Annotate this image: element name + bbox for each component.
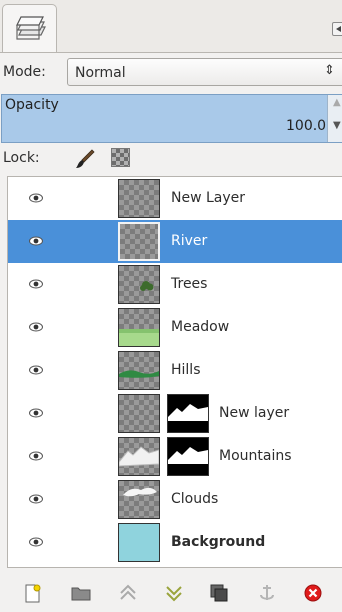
delete-layer-icon[interactable] <box>302 582 324 604</box>
layer-thumbnail[interactable] <box>118 351 160 390</box>
new-layer-group-icon[interactable] <box>70 582 92 604</box>
opacity-value: 100.0 <box>286 118 327 134</box>
layer-row[interactable]: Hills <box>8 349 342 392</box>
layer-name: River <box>171 233 208 249</box>
layer-row[interactable]: Meadow <box>8 306 342 349</box>
new-layer-icon[interactable] <box>22 582 44 604</box>
layer-mask-thumbnail[interactable] <box>167 437 209 476</box>
alpha-checker-icon[interactable] <box>111 148 130 167</box>
layer-actions-bar <box>0 578 342 612</box>
layer-name: Clouds <box>171 491 219 507</box>
layer-thumbnail[interactable] <box>118 222 160 261</box>
layer-name: Trees <box>171 276 208 292</box>
layer-thumbnail[interactable] <box>118 394 160 433</box>
visibility-eye-icon[interactable] <box>29 278 43 289</box>
anchor-layer-icon[interactable] <box>256 582 278 604</box>
layer-mask-thumbnail[interactable] <box>167 394 209 433</box>
tab-menu-arrow-icon[interactable] <box>332 22 342 36</box>
lower-layer-icon[interactable] <box>163 582 185 604</box>
layers-icon <box>16 16 46 40</box>
dock-tab-bar <box>0 0 342 53</box>
layer-name: Background <box>171 534 266 550</box>
layer-thumbnail[interactable] <box>118 308 160 347</box>
layer-name: New Layer <box>171 190 246 206</box>
visibility-eye-icon[interactable] <box>29 364 43 375</box>
layer-row[interactable]: Background <box>8 521 342 564</box>
select-arrows-icon: ⇕ <box>324 63 335 78</box>
layer-row[interactable]: River <box>8 220 342 263</box>
layer-row[interactable]: Trees <box>8 263 342 306</box>
spin-up-icon[interactable]: ▲ <box>333 97 341 108</box>
layer-thumbnail[interactable] <box>118 480 160 519</box>
layer-thumbnail[interactable] <box>118 265 160 304</box>
layer-name: Hills <box>171 362 201 378</box>
layers-tab[interactable] <box>2 4 57 53</box>
layer-name: New layer <box>219 405 290 421</box>
layer-thumbnail[interactable] <box>118 437 160 476</box>
opacity-label: Opacity <box>5 97 59 113</box>
layer-row[interactable]: Mountains <box>8 435 342 478</box>
raise-layer-icon[interactable] <box>117 582 139 604</box>
visibility-eye-icon[interactable] <box>29 407 43 418</box>
layer-name: Meadow <box>171 319 230 335</box>
layer-row[interactable]: Clouds <box>8 478 342 521</box>
tab-divider <box>0 52 342 53</box>
lock-label: Lock: <box>3 150 40 166</box>
visibility-eye-icon[interactable] <box>29 192 43 203</box>
paintbrush-icon[interactable] <box>73 147 97 171</box>
visibility-eye-icon[interactable] <box>29 493 43 504</box>
mode-row: Mode: Normal ⇕ <box>0 54 342 88</box>
lock-row: Lock: <box>0 146 342 172</box>
opacity-spinner[interactable]: ▲ ▼ <box>327 95 342 142</box>
visibility-eye-icon[interactable] <box>29 235 43 246</box>
visibility-eye-icon[interactable] <box>29 536 43 547</box>
layer-thumbnail[interactable] <box>118 523 160 562</box>
spin-down-icon[interactable]: ▼ <box>333 120 341 131</box>
layer-name: Mountains <box>219 448 292 464</box>
layer-list[interactable]: New Layer River Trees Meadow Hills New layer M… <box>7 176 342 568</box>
layer-thumbnail[interactable] <box>118 179 160 218</box>
mode-select[interactable]: Normal ⇕ <box>67 58 342 86</box>
opacity-slider[interactable]: Opacity 100.0 ▲ ▼ <box>1 94 342 143</box>
duplicate-layer-icon[interactable] <box>208 582 230 604</box>
visibility-eye-icon[interactable] <box>29 450 43 461</box>
visibility-eye-icon[interactable] <box>29 321 43 332</box>
mode-value: Normal <box>75 65 126 81</box>
layer-row[interactable]: New layer <box>8 392 342 435</box>
layer-row[interactable]: New Layer <box>8 177 342 220</box>
mode-label: Mode: <box>3 64 46 80</box>
